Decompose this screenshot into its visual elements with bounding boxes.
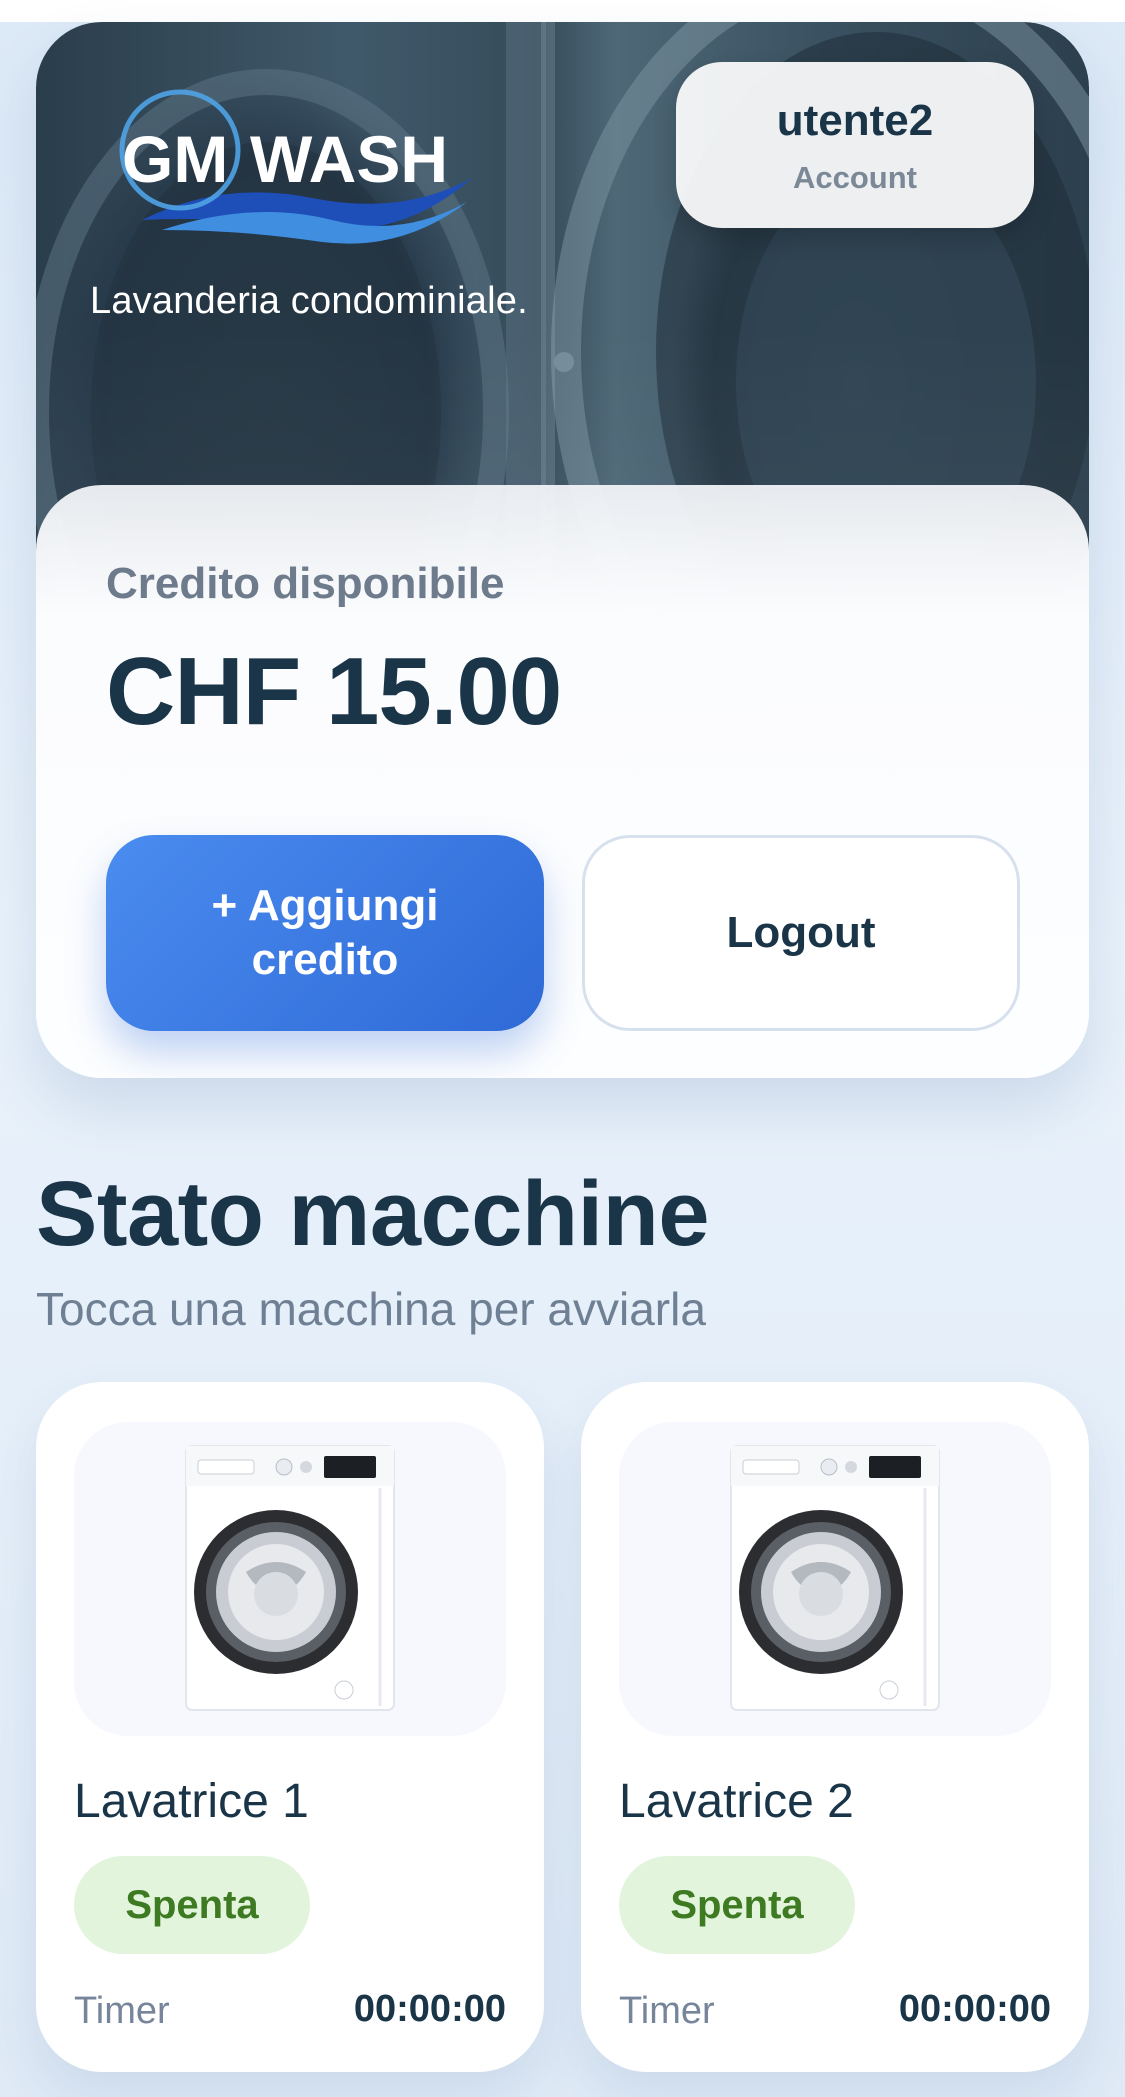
status-badge: Spenta xyxy=(74,1856,310,1954)
washing-machine-image xyxy=(619,1422,1051,1736)
status-badge: Spenta xyxy=(619,1856,855,1954)
timer-label: Timer xyxy=(74,1990,170,2032)
account-label: Account xyxy=(793,160,917,195)
hero-card: GM WASH Lavanderia condominiale. utente2… xyxy=(36,22,1089,1078)
timer-value: 00:00:00 xyxy=(353,1988,506,2030)
tagline: Lavanderia condominiale. xyxy=(90,280,528,322)
gm-wash-logo: GM WASH xyxy=(102,70,502,250)
logo-text-gm: GM xyxy=(122,122,228,196)
washing-machine-image xyxy=(74,1422,506,1736)
machine-card-2[interactable]: Lavatrice 2 Spenta Timer 00:00:00 xyxy=(581,1382,1089,2072)
machine-name: Lavatrice 2 xyxy=(619,1775,854,1828)
credit-amount: CHF 15.00 xyxy=(106,638,562,745)
credit-label: Credito disponibile xyxy=(106,559,505,608)
section-subtitle: Tocca una macchina per avviarla xyxy=(36,1283,706,1335)
add-credit-button[interactable]: + Aggiungi credito xyxy=(106,835,544,1031)
section-title: Stato macchine xyxy=(36,1163,709,1265)
timer-label: Timer xyxy=(619,1990,715,2032)
account-button[interactable]: utente2 Account xyxy=(676,62,1034,228)
credit-panel: Credito disponibile CHF 15.00 + Aggiungi… xyxy=(36,485,1089,1078)
top-strip xyxy=(0,0,1125,22)
timer-value: 00:00:00 xyxy=(898,1988,1051,2030)
logo-text-wash: WASH xyxy=(250,122,448,196)
account-username: utente2 xyxy=(776,96,934,145)
machine-card-1[interactable]: Lavatrice 1 Spenta Timer 00:00:00 xyxy=(36,1382,544,2072)
logout-button[interactable]: Logout xyxy=(582,835,1020,1031)
machine-name: Lavatrice 1 xyxy=(74,1775,309,1828)
